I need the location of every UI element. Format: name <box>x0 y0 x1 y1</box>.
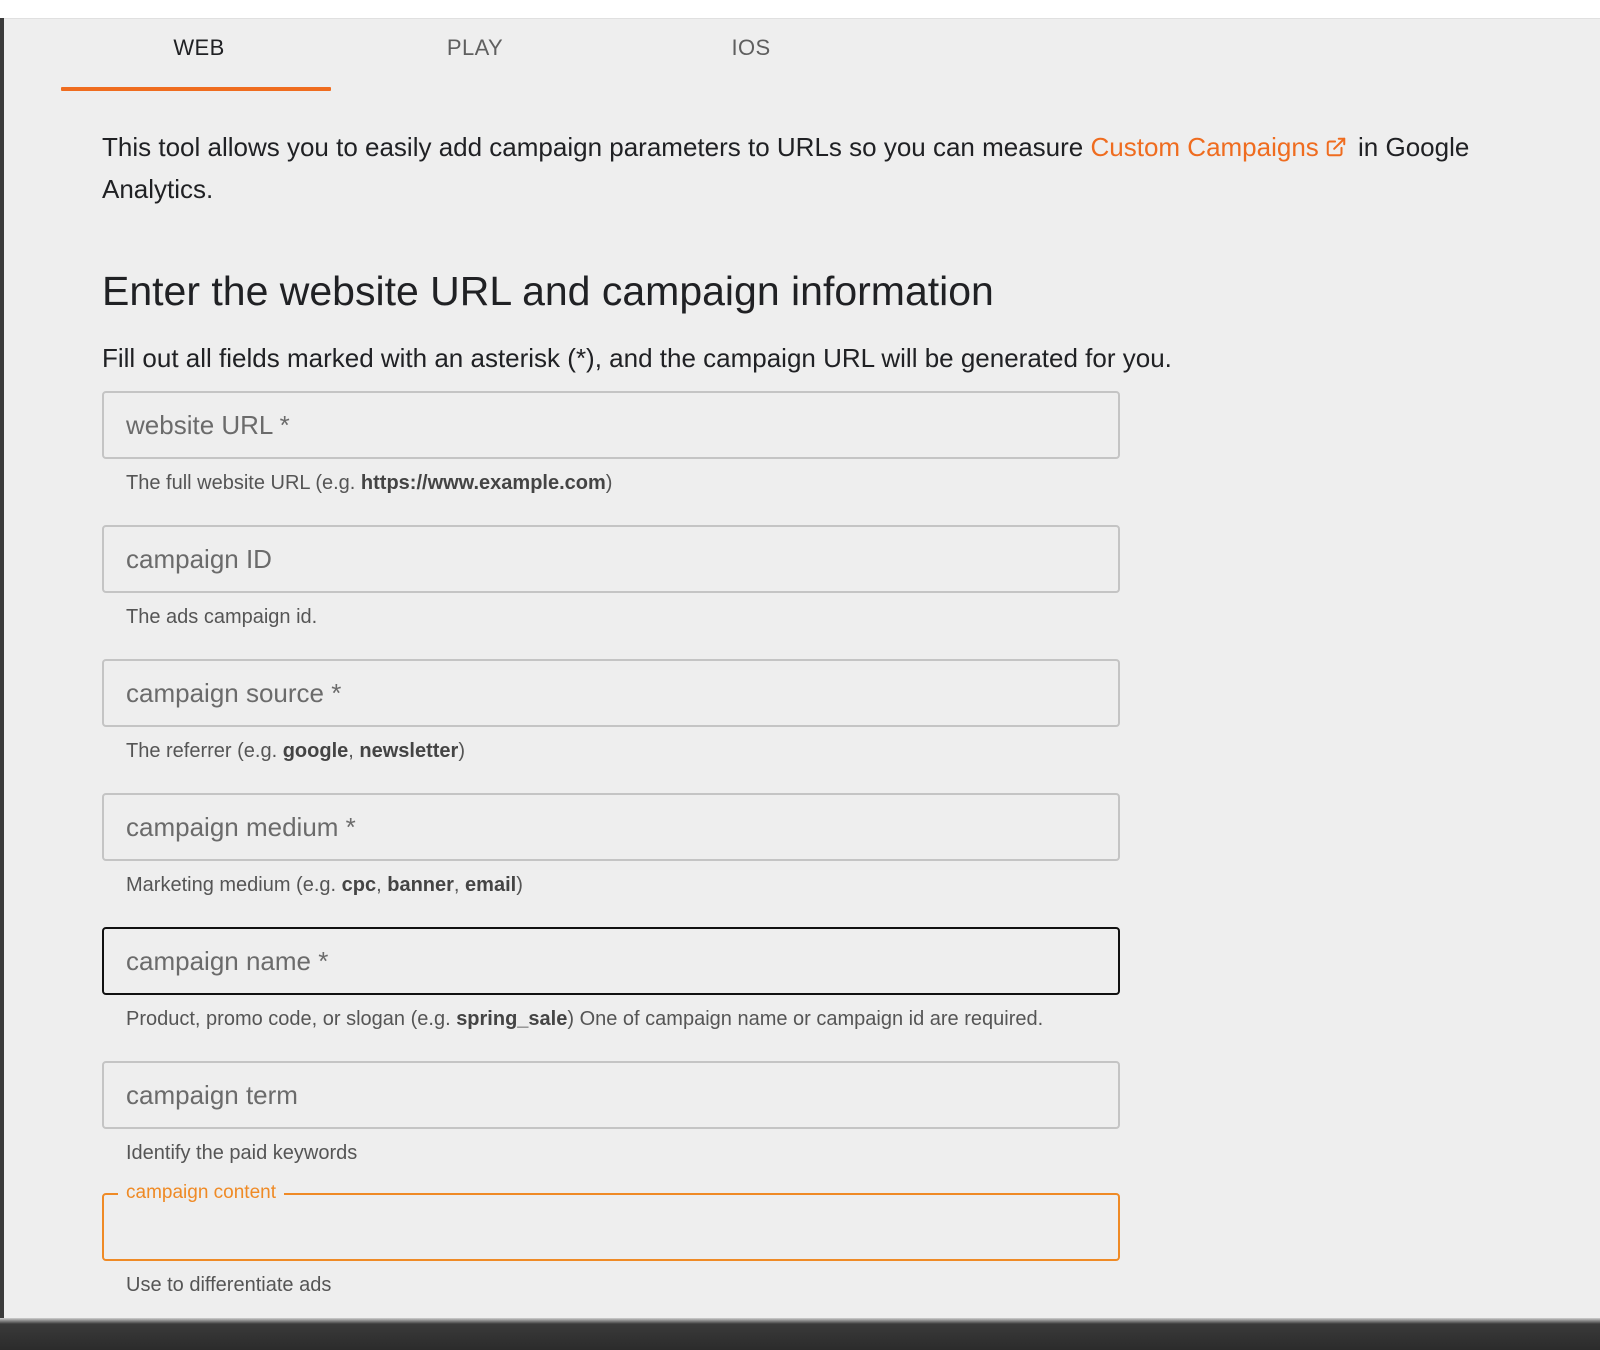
campaign-source-input-box <box>102 659 1120 727</box>
website-url-input[interactable] <box>104 393 1118 457</box>
campaign-medium-helper: Marketing medium (e.g. cpc, banner, emai… <box>102 873 1120 897</box>
website-url-helper-example: https://www.example.com <box>360 472 606 494</box>
campaign-medium-helper-post: ) <box>516 874 523 896</box>
campaign-content-field: campaign content Use to differentiate ad… <box>102 1181 1120 1297</box>
campaign-source-helper: The referrer (e.g. google, newsletter) <box>102 739 1120 763</box>
campaign-medium-helper-example-3: email <box>465 874 517 896</box>
campaign-name-input[interactable] <box>104 929 1118 993</box>
campaign-medium-helper-example-2: banner <box>387 874 454 896</box>
campaign-name-helper-post: ) One of campaign name or campaign id ar… <box>567 1008 1044 1030</box>
campaign-name-helper-example: spring_sale <box>456 1008 568 1030</box>
website-url-helper-post: ) <box>605 472 613 494</box>
campaign-content-label: campaign content <box>118 1181 284 1205</box>
tab-ios[interactable]: IOS <box>613 19 889 91</box>
campaign-medium-helper-sep-1: , <box>376 874 388 896</box>
campaign-medium-helper-example-1: cpc <box>341 874 377 896</box>
campaign-source-helper-sep-1: , <box>348 740 360 762</box>
campaign-medium-field: Marketing medium (e.g. cpc, banner, emai… <box>102 793 1120 897</box>
campaign-source-helper-post: ) <box>458 740 465 762</box>
platform-tabs: WEB PLAY IOS <box>61 19 889 91</box>
campaign-term-input[interactable] <box>104 1063 1118 1127</box>
active-tab-indicator <box>61 87 331 91</box>
external-link-icon <box>1325 129 1347 169</box>
custom-campaigns-link-label: Custom Campaigns <box>1090 132 1319 162</box>
tab-play[interactable]: PLAY <box>337 19 613 91</box>
campaign-source-field: The referrer (e.g. google, newsletter) <box>102 659 1120 763</box>
campaign-term-helper: Identify the paid keywords <box>126 1142 358 1164</box>
window-bottom-edge <box>0 1318 1600 1350</box>
campaign-term-input-box <box>102 1061 1120 1129</box>
campaign-medium-helper-pre: Marketing medium (e.g. <box>126 874 342 896</box>
tab-web[interactable]: WEB <box>61 19 337 91</box>
campaign-source-input[interactable] <box>104 661 1118 725</box>
campaign-medium-input-box <box>102 793 1120 861</box>
campaign-id-input[interactable] <box>104 527 1118 591</box>
campaign-name-input-box <box>102 927 1120 995</box>
campaign-content-input-box: campaign content <box>102 1181 1120 1261</box>
campaign-source-helper-example-2: newsletter <box>359 740 459 762</box>
campaign-name-helper-pre: Product, promo code, or slogan (e.g. <box>126 1008 457 1030</box>
campaign-url-builder-panel: WEB PLAY IOS This tool allows you to eas… <box>4 18 1600 1318</box>
website-url-helper-pre: The full website URL (e.g. <box>126 472 361 494</box>
custom-campaigns-link[interactable]: Custom Campaigns <box>1090 132 1350 162</box>
campaign-id-field: The ads campaign id. <box>102 525 1120 629</box>
campaign-source-helper-example-1: google <box>282 740 349 762</box>
campaign-content-helper: Use to differentiate ads <box>126 1274 332 1296</box>
tab-play-label: PLAY <box>446 35 504 60</box>
intro-text: This tool allows you to easily add campa… <box>102 127 1502 209</box>
campaign-term-field: Identify the paid keywords <box>102 1061 1120 1165</box>
campaign-id-input-box <box>102 525 1120 593</box>
tab-ios-label: IOS <box>731 35 771 60</box>
campaign-source-helper-pre: The referrer (e.g. <box>126 740 283 762</box>
campaign-medium-helper-sep-2: , <box>453 874 466 896</box>
section-instructions: Fill out all fields marked with an aster… <box>102 343 1172 373</box>
intro-text-before: This tool allows you to easily add campa… <box>102 132 1091 162</box>
campaign-name-field: Product, promo code, or slogan (e.g. spr… <box>102 927 1120 1031</box>
window-top-bar <box>0 0 1600 18</box>
website-url-input-box <box>102 391 1120 459</box>
website-url-field: The full website URL (e.g. https://www.e… <box>102 391 1120 495</box>
section-heading: Enter the website URL and campaign infor… <box>102 268 994 314</box>
tab-web-label: WEB <box>173 35 225 60</box>
campaign-id-helper: The ads campaign id. <box>126 606 318 628</box>
campaign-medium-input[interactable] <box>104 795 1118 859</box>
campaign-name-helper: Product, promo code, or slogan (e.g. spr… <box>102 1007 1120 1031</box>
website-url-helper: The full website URL (e.g. https://www.e… <box>102 471 1120 495</box>
